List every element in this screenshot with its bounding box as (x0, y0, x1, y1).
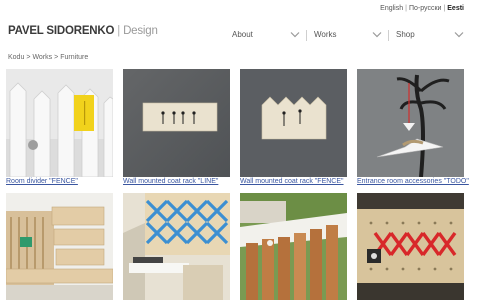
work-thumbnail-zigzag-rack[interactable] (357, 193, 464, 300)
drawer-unit-image (6, 193, 113, 300)
breadcrumb-works-link[interactable]: Works (32, 54, 52, 61)
cross-wall-image (123, 193, 230, 300)
nav-item-works[interactable]: Works (314, 30, 382, 39)
breadcrumb-current: Furniture (60, 54, 89, 61)
chevron-down-icon (290, 32, 300, 38)
work-thumbnail-line-coat-rack[interactable] (123, 69, 230, 177)
language-separator: | (443, 5, 446, 12)
logo-name: PAVEL SIDORENKO (8, 25, 115, 37)
nav-item-label: About (232, 30, 253, 39)
language-estonian-link[interactable]: Eesti (447, 5, 464, 12)
nav-divider (306, 30, 307, 41)
todo-accessories-image (357, 69, 464, 177)
work-thumbnail-todo-accessories[interactable] (357, 69, 464, 177)
site-logo[interactable]: PAVEL SIDORENKO | Design (8, 25, 158, 37)
work-thumbnail-drawer-unit[interactable] (6, 193, 113, 300)
language-russian-link[interactable]: По-русски (409, 5, 441, 12)
nav-item-label: Shop (396, 30, 415, 39)
fence-divider-image (6, 69, 113, 177)
wood-fence-image (240, 193, 347, 300)
nav-item-shop[interactable]: Shop (396, 30, 464, 39)
work-caption-link[interactable]: Room divider "FENCE" (6, 178, 78, 185)
language-english-link[interactable]: English (380, 5, 403, 12)
logo-design: Design (123, 25, 158, 37)
nav-item-label: Works (314, 30, 337, 39)
breadcrumb-separator: > (26, 54, 31, 61)
nav-item-about[interactable]: About (232, 30, 300, 39)
zigzag-rack-image (357, 193, 464, 300)
logo-separator: | (117, 25, 121, 37)
work-thumbnail-fence-divider[interactable] (6, 69, 113, 177)
nav-divider (388, 30, 389, 41)
work-caption-link[interactable]: Wall mounted coat rack "FENCE" (240, 178, 344, 185)
work-caption-link[interactable]: Wall mounted coat rack "LINE" (123, 178, 218, 185)
work-thumbnail-wood-fence[interactable] (240, 193, 347, 300)
chevron-down-icon (454, 32, 464, 38)
chevron-down-icon (372, 32, 382, 38)
line-coat-rack-image (123, 69, 230, 177)
work-caption-link[interactable]: Entrance room accessories "TODO" (357, 178, 469, 185)
language-switcher: English | По-русски | Eesti (380, 5, 464, 12)
work-thumbnail-cross-wall[interactable] (123, 193, 230, 300)
breadcrumb-separator: > (54, 54, 59, 61)
breadcrumb: Kodu > Works > Furniture (8, 54, 88, 61)
breadcrumb-home-link[interactable]: Kodu (8, 54, 24, 61)
work-thumbnail-fence-coat-rack[interactable] (240, 69, 347, 177)
fence-coat-rack-image (240, 69, 347, 177)
language-separator: | (405, 5, 407, 12)
